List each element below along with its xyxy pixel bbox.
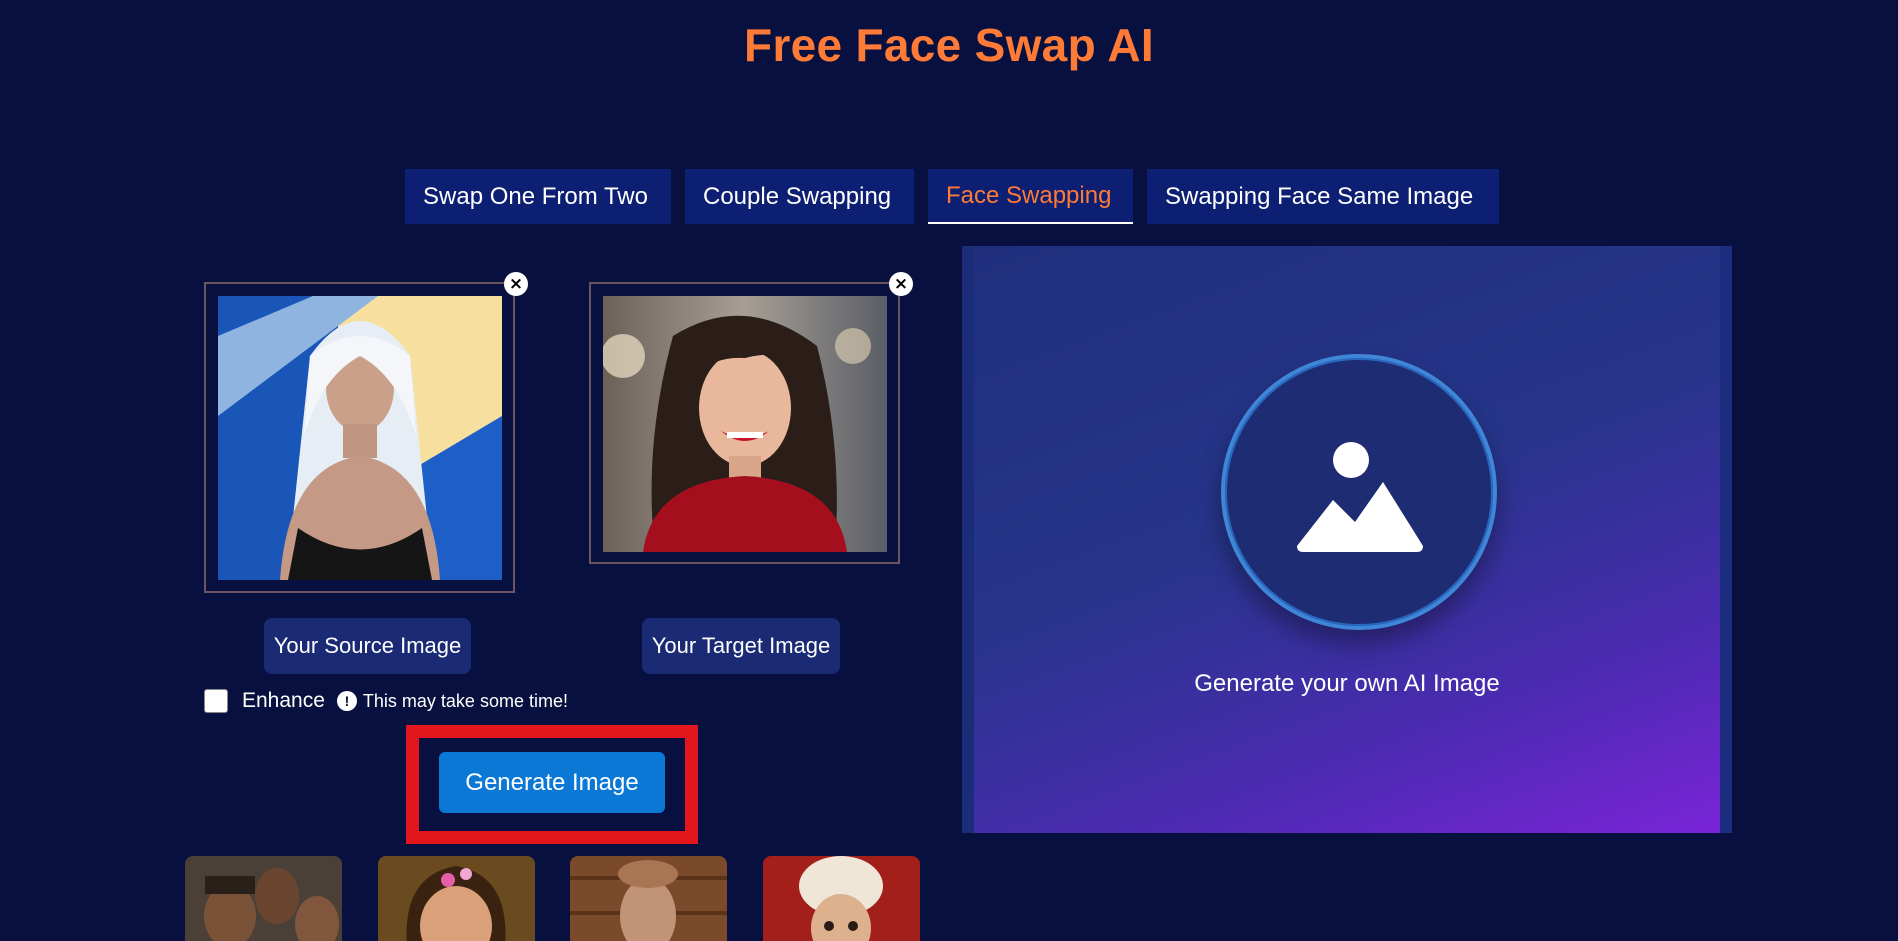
source-image-button[interactable]: Your Source Image [264, 618, 471, 674]
tab-bar: Swap One From Two Couple Swapping Face S… [405, 169, 1499, 224]
target-image [603, 296, 887, 552]
warning-text: This may take some time! [362, 690, 568, 711]
sample-thumbnail[interactable] [570, 856, 727, 941]
tab-couple-swapping[interactable]: Couple Swapping [685, 169, 914, 224]
result-panel: Generate your own AI Image [962, 246, 1732, 833]
result-placeholder-text: Generate your own AI Image [1194, 670, 1500, 697]
tab-swapping-face-same-image[interactable]: Swapping Face Same Image [1147, 169, 1499, 224]
page-title: Free Face Swap AI [744, 19, 1154, 71]
source-close-icon[interactable]: × [504, 272, 528, 296]
source-image-frame[interactable]: × [204, 272, 528, 593]
sample-thumbnail[interactable] [185, 856, 342, 941]
target-close-icon[interactable]: × [889, 272, 913, 296]
enhance-checkbox[interactable] [204, 689, 228, 713]
tab-swap-one-from-two[interactable]: Swap One From Two [405, 169, 671, 224]
tab-face-swapping[interactable]: Face Swapping [928, 169, 1133, 224]
target-image-button[interactable]: Your Target Image [642, 618, 840, 674]
sample-thumbnail[interactable] [763, 856, 920, 941]
sample-thumbnail[interactable] [378, 856, 535, 941]
enhance-row: Enhance ! This may take some time! [204, 689, 568, 713]
source-image [218, 296, 502, 580]
image-placeholder-icon [1221, 354, 1497, 630]
info-icon: ! [336, 691, 357, 711]
enhance-label: Enhance [242, 689, 325, 712]
generate-image-button[interactable]: Generate Image [439, 752, 665, 813]
target-image-frame[interactable]: × [589, 272, 913, 564]
